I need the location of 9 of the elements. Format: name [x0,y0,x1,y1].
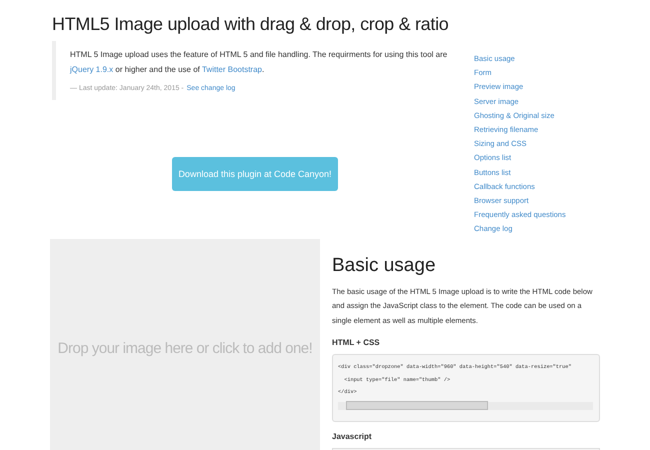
bootstrap-link[interactable]: Twitter Bootstrap [202,65,262,74]
intro-text: HTML 5 Image upload uses the feature of HTML 5 and file handling. The requirments for using this tool are jQuery 1.9.x or higher and the use of Twitter Bootstrap. [70,49,448,76]
horizontal-scrollbar[interactable] [338,402,593,410]
page-title: HTML5 Image upload with drag & drop, crop & ratio [52,14,449,35]
code-subheading: HTML + CSS [332,338,381,348]
code-subheading: Javascript [332,432,373,442]
download-button[interactable]: Download this plugin at Code Canyon! [172,156,338,191]
jquery-link[interactable]: jQuery 1.9.x [70,65,114,74]
section-heading: Basic usage [332,254,437,277]
